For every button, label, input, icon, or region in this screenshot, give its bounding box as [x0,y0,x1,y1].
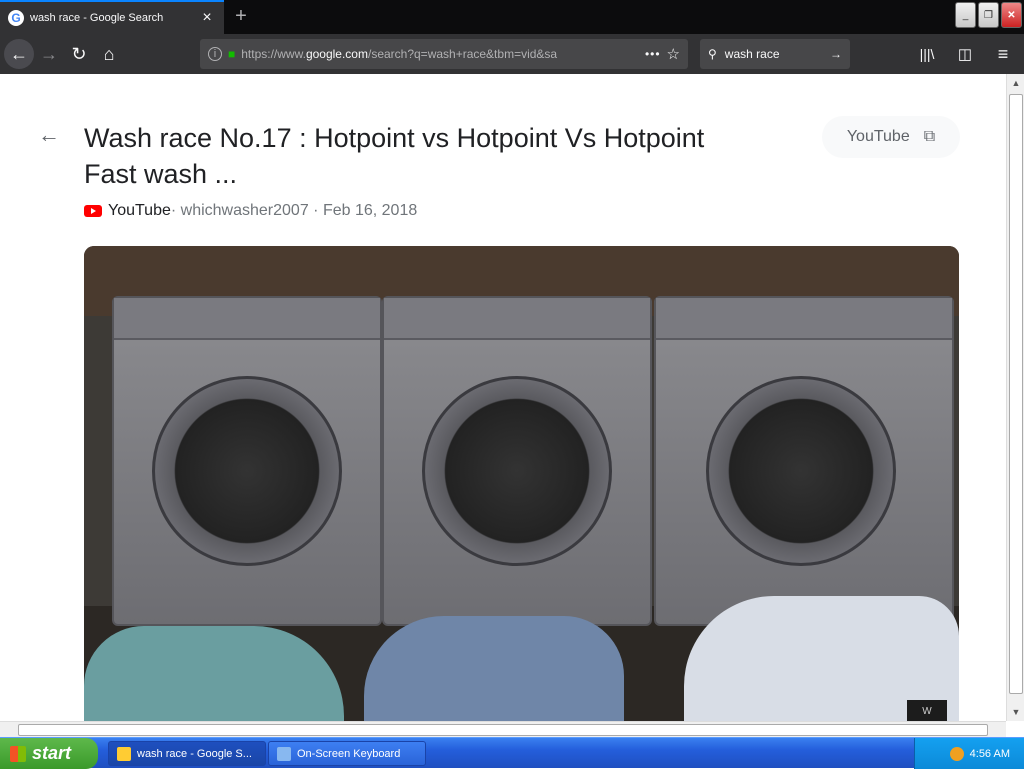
reload-icon: ↻ [71,43,87,64]
home-icon: ⌂ [103,43,115,64]
lock-icon[interactable]: ■ [228,47,235,61]
tray-search-icon[interactable] [949,746,964,761]
washing-machine-right [654,296,954,626]
video-meta: YouTube · whichwasher2007 · Feb 16, 2018 [84,202,417,220]
back-arrow-icon: ← [10,43,28,64]
google-favicon-icon: G [8,10,24,26]
external-link-icon: ⧉ [923,128,936,145]
info-icon[interactable]: i [208,47,222,61]
tab-strip: G wash race - Google Search × + _ ❐ ✕ [0,0,1024,34]
library-icon: |||\ [919,46,935,62]
firefox-icon [117,746,131,761]
taskbar-item-label: wash race - Google S... [137,747,252,760]
forward-button[interactable]: → [34,39,64,69]
vertical-scrollbar[interactable]: ▲ ▼ [1006,74,1024,721]
start-label: start [32,743,72,763]
bookmark-star-icon[interactable]: ☆ [667,45,680,63]
youtube-logo-icon [84,205,102,217]
horizontal-scroll-thumb[interactable] [18,724,988,736]
browser-tab[interactable]: G wash race - Google Search × [0,0,224,34]
taskbar-item-label: On-Screen Keyboard [297,747,401,760]
washing-machine-left [112,296,382,626]
tab-close-icon[interactable]: × [198,9,216,27]
forward-arrow-icon: → [40,43,58,64]
new-tab-icon[interactable]: + [230,5,252,28]
close-window-button[interactable]: ✕ [1001,2,1022,28]
system-tray: 4:56 AM [914,738,1024,769]
search-go-icon[interactable]: → [830,47,842,61]
video-channel-date: · whichwasher2007 · Feb 16, 2018 [170,202,418,219]
close-preview-arrow-icon[interactable]: ← [38,122,60,148]
page-actions-icon[interactable]: ••• [645,47,661,61]
horizontal-scrollbar[interactable] [0,721,1006,737]
start-button[interactable]: start [0,738,98,769]
windows-logo-icon [10,745,26,762]
menu-button[interactable]: ≡ [988,39,1018,69]
keyboard-icon [277,746,291,761]
restore-button[interactable]: ❐ [978,2,999,28]
library-button[interactable]: |||\ [912,39,942,69]
sidebar-icon: ◫ [957,46,973,63]
taskbar-item-on-screen-keyboard[interactable]: On-Screen Keyboard [268,741,426,766]
open-on-youtube-label: YouTube [846,128,910,145]
washing-machine-middle [382,296,652,626]
open-on-youtube-button[interactable]: YouTube ⧉ [822,116,960,158]
laundry-pile-middle [364,616,624,721]
window-controls: _ ❐ ✕ [955,2,1022,28]
tab-title: wash race - Google Search [30,12,164,24]
taskbar: start wash race - Google S... On-Screen … [0,737,1024,769]
home-button[interactable]: ⌂ [94,39,124,69]
vertical-scroll-thumb[interactable] [1009,94,1023,694]
minimize-button[interactable]: _ [955,2,976,28]
search-query: wash race [724,47,780,61]
taskbar-item-firefox[interactable]: wash race - Google S... [108,741,266,766]
search-bar[interactable]: ⚲ wash race → [700,39,850,69]
sidebar-button[interactable]: ◫ [950,39,980,69]
video-source[interactable]: YouTube [108,202,171,220]
channel-watermark-icon: W [907,700,947,721]
search-icon: ⚲ [708,47,717,61]
scroll-up-icon[interactable]: ▲ [1007,74,1024,92]
toolbar-right: |||\ ◫ ≡ [912,39,1018,69]
url-bar[interactable]: i ■ https://www.google.com/search?q=wash… [200,39,688,69]
scroll-down-icon[interactable]: ▼ [1007,703,1024,721]
reload-button[interactable]: ↻ [64,39,94,69]
back-button[interactable]: ← [4,39,34,69]
url-path: /search?q=wash+race&tbm=vid&sa [367,47,558,61]
video-title[interactable]: Wash race No.17 : Hotpoint vs Hotpoint V… [84,120,764,192]
hamburger-menu-icon: ≡ [997,43,1009,64]
tray-clock[interactable]: 4:56 AM [970,748,1010,760]
page-content: ← Wash race No.17 : Hotpoint vs Hotpoint… [0,74,1006,721]
url-domain: google.com [305,47,368,61]
url-prefix: https://www. [241,47,306,61]
video-player[interactable]: W [84,246,959,721]
url-text[interactable]: https://www.google.com/search?q=wash+rac… [241,47,639,61]
navigation-toolbar: ← → ↻ ⌂ i ■ https://www.google.com/searc… [0,34,1024,74]
